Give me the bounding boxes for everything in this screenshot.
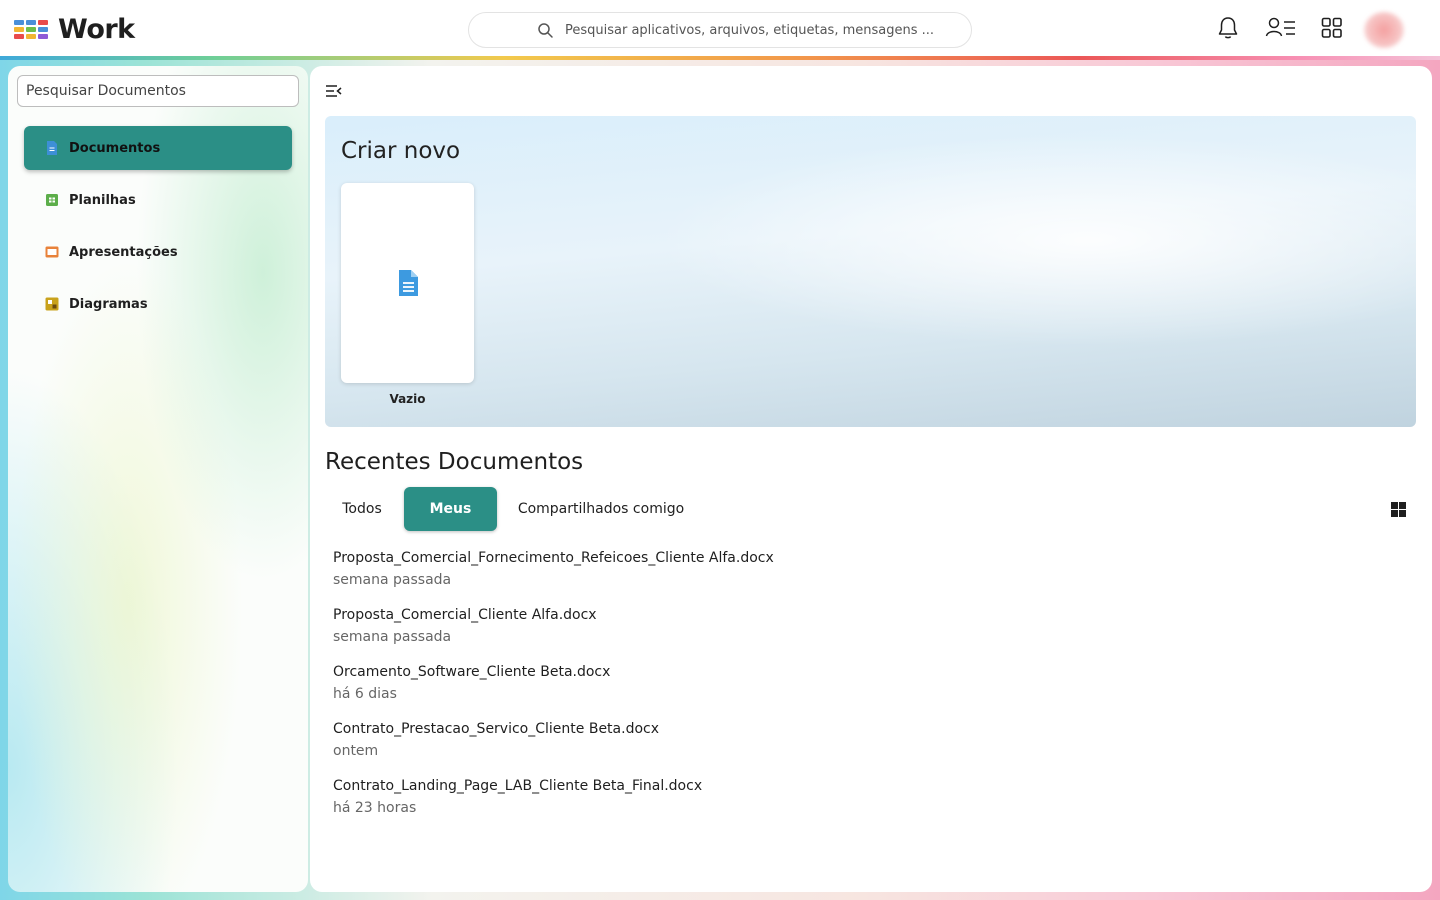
blank-document-tile[interactable] xyxy=(341,183,474,383)
bell-icon[interactable] xyxy=(1217,16,1239,40)
rainbow-divider xyxy=(0,56,1440,60)
tab-meus[interactable]: Meus xyxy=(404,487,497,531)
tab-compartilhados[interactable]: Compartilhados comigo xyxy=(506,487,696,531)
sidebar-item-label: Documentos xyxy=(69,140,161,156)
create-new-title: Criar novo xyxy=(341,138,461,164)
blank-document-label: Vazio xyxy=(389,392,426,406)
logo-grid-icon xyxy=(14,20,48,39)
recent-documents-title: Recentes Documentos xyxy=(325,449,584,475)
sidebar-item-label: Diagramas xyxy=(69,296,148,312)
sidebar-item-apresentacoes[interactable]: Apresentações xyxy=(24,230,292,274)
sidebar-item-planilhas[interactable]: Planilhas xyxy=(24,178,292,222)
user-avatar[interactable] xyxy=(1364,12,1404,48)
top-bar: Work xyxy=(0,0,1440,58)
file-name[interactable]: Contrato_Landing_Page_LAB_Cliente Beta_F… xyxy=(333,778,933,794)
tab-label: Meus xyxy=(429,501,472,517)
document-icon xyxy=(399,270,418,296)
global-search-bar[interactable] xyxy=(468,12,972,48)
main-panel: Criar novo Vazio Recentes Documentos Tod… xyxy=(310,66,1432,892)
grid-view-icon[interactable] xyxy=(1391,502,1406,517)
app-logo[interactable]: Work xyxy=(14,14,135,45)
sidebar-item-label: Apresentações xyxy=(69,244,178,260)
sidebar-item-diagramas[interactable]: Diagramas xyxy=(24,282,292,326)
presentation-icon xyxy=(45,246,59,258)
apps-grid-icon[interactable] xyxy=(1321,16,1343,40)
list-item[interactable]: Contrato_Prestacao_Servico_Cliente Beta.… xyxy=(333,721,933,759)
tab-label: Compartilhados comigo xyxy=(517,501,685,517)
search-icon xyxy=(538,23,553,38)
file-name[interactable]: Contrato_Prestacao_Servico_Cliente Beta.… xyxy=(333,721,933,737)
file-name[interactable]: Orcamento_Software_Cliente Beta.docx xyxy=(333,664,933,680)
global-search-input[interactable] xyxy=(565,22,965,38)
sidebar-item-documentos[interactable]: Documentos xyxy=(24,126,292,170)
contacts-icon[interactable] xyxy=(1265,16,1297,40)
list-item[interactable]: Contrato_Landing_Page_LAB_Cliente Beta_F… xyxy=(333,778,933,816)
diagram-icon xyxy=(45,297,59,311)
list-item[interactable]: Proposta_Comercial_Fornecimento_Refeicoe… xyxy=(333,550,933,588)
spreadsheet-icon xyxy=(46,194,58,206)
create-new-section: Criar novo Vazio xyxy=(325,116,1416,427)
document-icon xyxy=(47,141,57,155)
file-modified-time: há 6 dias xyxy=(333,686,397,702)
file-modified-time: há 23 horas xyxy=(333,800,417,816)
file-modified-time: semana passada xyxy=(333,572,452,588)
tab-todos[interactable]: Todos xyxy=(326,487,398,531)
file-name[interactable]: Proposta_Comercial_Fornecimento_Refeicoe… xyxy=(333,550,933,566)
file-name[interactable]: Proposta_Comercial_Cliente Alfa.docx xyxy=(333,607,933,623)
sidebar-item-label: Planilhas xyxy=(69,192,136,208)
list-item[interactable]: Orcamento_Software_Cliente Beta.docx há … xyxy=(333,664,933,702)
list-item[interactable]: Proposta_Comercial_Cliente Alfa.docx sem… xyxy=(333,607,933,645)
collapse-sidebar-icon[interactable] xyxy=(325,84,343,98)
app-title: Work xyxy=(58,14,135,45)
tab-label: Todos xyxy=(342,501,382,517)
file-modified-time: ontem xyxy=(333,743,379,759)
sidebar: Documentos Planilhas Apresentações Diagr… xyxy=(8,66,308,892)
file-modified-time: semana passada xyxy=(333,629,452,645)
document-search-input[interactable] xyxy=(17,75,299,107)
